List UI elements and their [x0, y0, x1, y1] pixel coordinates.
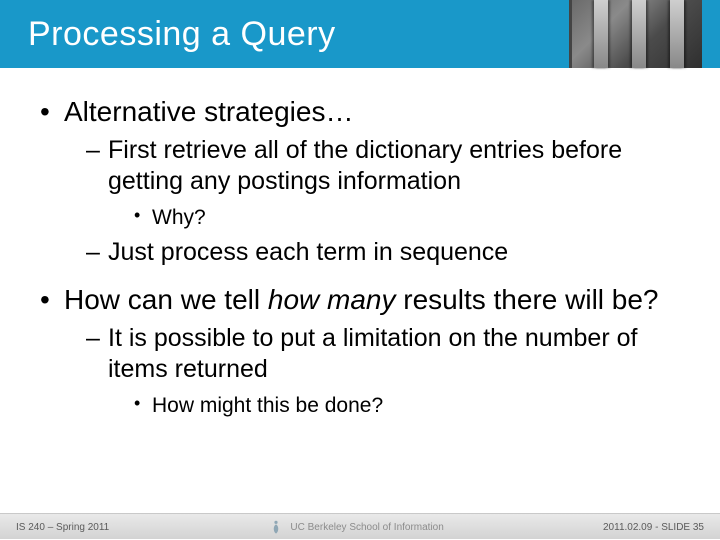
bullet-1-1-1: Why?: [134, 204, 680, 231]
bullet-2-1-1: How might this be done?: [134, 392, 680, 419]
bullet-2-pre: How can we tell: [64, 284, 268, 315]
ischool-logo-icon: [268, 519, 284, 535]
bullet-1-text: Alternative strategies…: [64, 96, 353, 127]
bullet-1-2: Just process each term in sequence: [86, 237, 680, 268]
footer-right: 2011.02.09 - SLIDE 35: [603, 522, 704, 533]
footer-center-text: UC Berkeley School of Information: [290, 522, 443, 533]
footer: IS 240 – Spring 2011 UC Berkeley School …: [0, 513, 720, 540]
title-bar: Processing a Query: [0, 0, 720, 68]
bullet-1-1-text: First retrieve all of the dictionary ent…: [108, 136, 622, 195]
bullet-2-post: results there will be?: [396, 284, 659, 315]
bullet-1-1: First retrieve all of the dictionary ent…: [86, 135, 680, 231]
bullet-2-1-text: It is possible to put a limitation on th…: [108, 324, 637, 383]
slide: Processing a Query Alternative strategie…: [0, 0, 720, 540]
footer-center: UC Berkeley School of Information: [268, 519, 443, 535]
slide-content: Alternative strategies… First retrieve a…: [0, 80, 720, 427]
slide-title: Processing a Query: [0, 15, 336, 54]
bullet-2: How can we tell how many results there w…: [40, 282, 680, 419]
header-photo: [569, 0, 702, 68]
bullet-2-1: It is possible to put a limitation on th…: [86, 323, 680, 419]
bullet-2-em: how many: [268, 284, 396, 315]
bullet-1: Alternative strategies… First retrieve a…: [40, 94, 680, 268]
footer-left: IS 240 – Spring 2011: [16, 522, 109, 533]
